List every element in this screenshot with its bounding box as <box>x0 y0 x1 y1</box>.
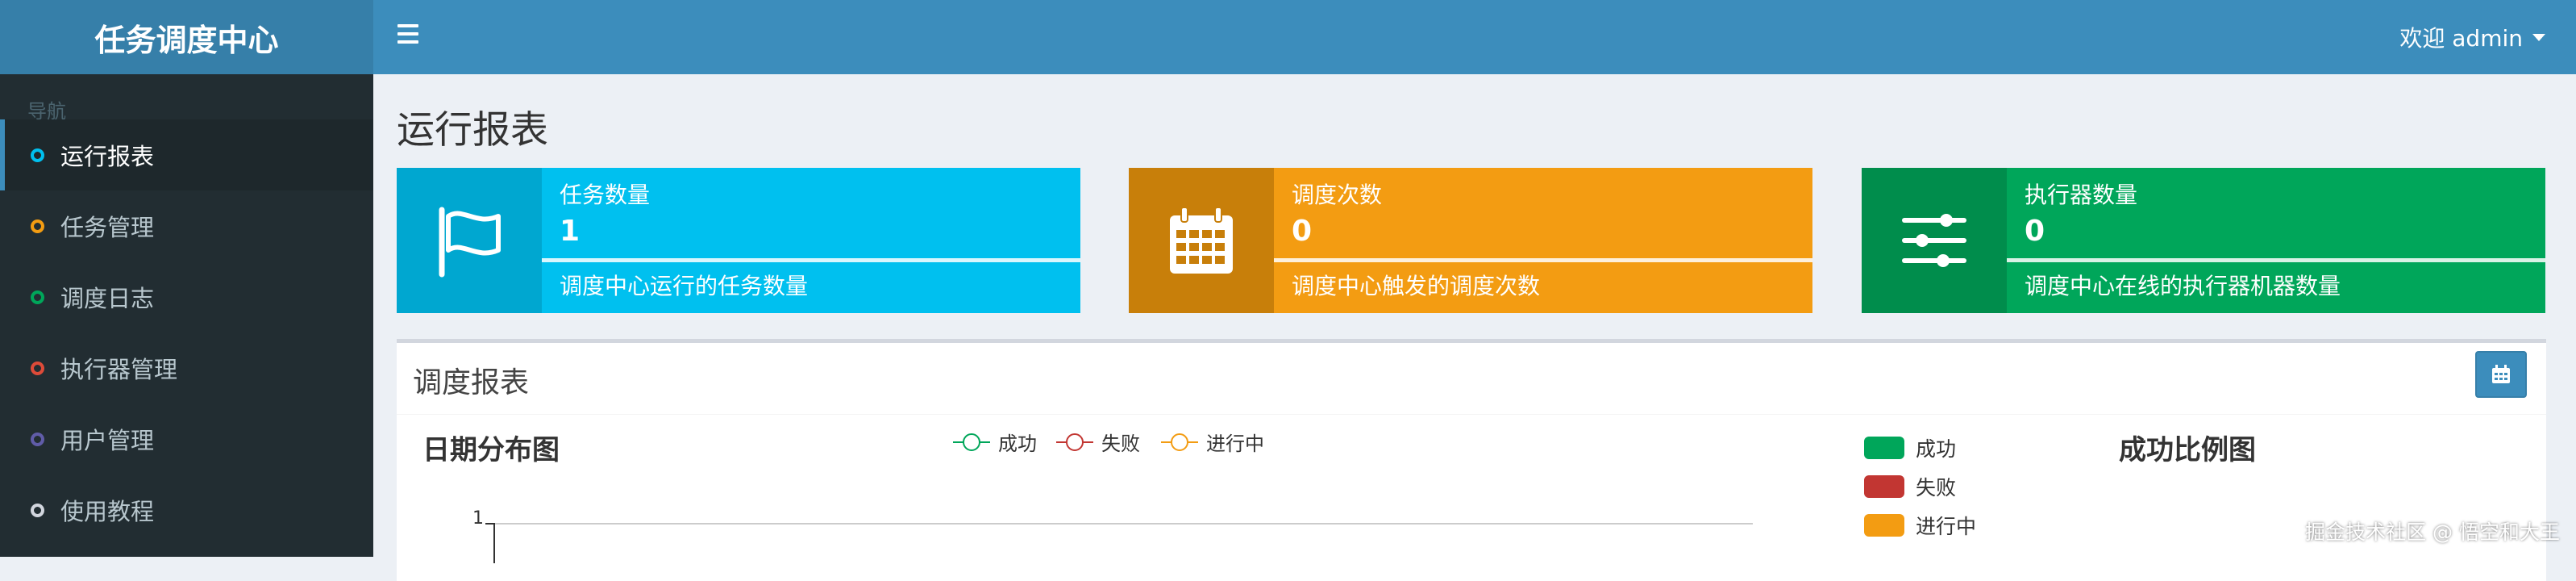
report-box-title: 调度报表 <box>413 366 530 399</box>
info-box-tasks: 任务数量 1 调度中心运行的任务数量 <box>397 168 1080 313</box>
legend-swatch <box>1864 437 1904 459</box>
pie-legend-failure[interactable]: 失败 <box>1864 472 1956 501</box>
info-box-triggers: 调度次数 0 调度中心触发的调度次数 <box>1129 168 1812 313</box>
sidebar-item-logs[interactable]: 调度日志 <box>0 261 373 332</box>
legend-label: 失败 <box>1916 476 1957 499</box>
report-box-header: 调度报表 <box>397 343 2546 415</box>
flag-icon <box>397 168 542 313</box>
circle-icon <box>31 219 44 233</box>
info-box-number: 0 <box>1292 215 1313 248</box>
app-logo-title[interactable]: 任务调度中心 <box>0 0 373 74</box>
sidebar-item-users[interactable]: 用户管理 <box>0 403 373 474</box>
legend-label: 进行中 <box>1916 515 1977 538</box>
circle-icon <box>31 361 44 375</box>
circle-icon <box>31 432 44 446</box>
legend-line-marker <box>1056 433 1093 451</box>
legend-label: 失败 <box>1101 433 1140 455</box>
calendar-icon <box>1129 168 1274 313</box>
page-title: 运行报表 <box>397 108 548 153</box>
nav-header: 导航 <box>27 100 66 123</box>
legend-label: 进行中 <box>1206 433 1264 455</box>
caret-down-icon <box>2532 33 2545 41</box>
sidebar-item-label: 使用教程 <box>60 498 155 525</box>
sidebar-item-label: 执行器管理 <box>60 356 178 383</box>
sidebar-item-tasks[interactable]: 任务管理 <box>0 190 373 261</box>
info-box-number: 0 <box>2025 215 2045 248</box>
sidebar-item-tutorial[interactable]: 使用教程 <box>0 474 373 545</box>
legend-swatch <box>1864 475 1904 498</box>
y-axis-tick <box>485 523 493 525</box>
pie-legend-running[interactable]: 进行中 <box>1864 511 1976 540</box>
info-box-label: 任务数量 <box>560 182 651 208</box>
welcome-text: 欢迎 admin <box>2399 25 2523 52</box>
sidebar-item-label: 用户管理 <box>60 427 155 454</box>
sidebar: 任务调度中心 导航 运行报表 任务管理 调度日志 执行器管理 用户管理 使用教程 <box>0 0 373 557</box>
sidebar-item-report[interactable]: 运行报表 <box>0 119 373 190</box>
progress-bar <box>1274 258 1812 262</box>
info-box-label: 调度次数 <box>1292 182 1383 208</box>
legend-line-marker <box>1161 433 1198 451</box>
legend-item-running[interactable]: 进行中 <box>1161 428 1264 456</box>
legend-item-failure[interactable]: 失败 <box>1056 428 1140 456</box>
watermark: 掘金技术社区 @ 悟空和大王 <box>2305 520 2560 544</box>
sidebar-item-label: 调度日志 <box>60 285 155 312</box>
info-box-description: 调度中心触发的调度次数 <box>1292 273 1541 299</box>
menu-toggle-icon[interactable] <box>397 24 418 48</box>
legend-label: 成功 <box>998 433 1037 455</box>
info-box-label: 执行器数量 <box>2025 182 2138 208</box>
ratio-chart-title: 成功比例图 <box>2119 434 2256 466</box>
legend-item-success[interactable]: 成功 <box>953 428 1037 456</box>
circle-icon <box>31 503 44 517</box>
progress-bar <box>542 258 1080 262</box>
pie-legend-success[interactable]: 成功 <box>1864 433 1956 462</box>
date-chart-title: 日期分布图 <box>422 434 560 466</box>
sidebar-item-executors[interactable]: 执行器管理 <box>0 332 373 403</box>
user-menu[interactable]: 欢迎 admin <box>2399 0 2545 74</box>
progress-bar <box>2007 258 2545 262</box>
legend-swatch <box>1864 514 1904 537</box>
circle-icon <box>31 290 44 304</box>
date-range-button[interactable] <box>2475 351 2527 398</box>
calendar-icon <box>2492 365 2510 383</box>
info-box-description: 调度中心在线的执行器机器数量 <box>2025 273 2341 299</box>
y-axis-tick-label: 1 <box>472 508 484 529</box>
legend-line-marker <box>953 433 990 451</box>
y-axis-line <box>493 523 495 563</box>
info-box-description: 调度中心运行的任务数量 <box>560 273 809 299</box>
legend-label: 成功 <box>1916 437 1957 461</box>
sidebar-item-label: 运行报表 <box>60 143 155 170</box>
info-box-executors: 执行器数量 0 调度中心在线的执行器机器数量 <box>1862 168 2545 313</box>
sliders-icon <box>1862 168 2007 313</box>
top-navbar: 欢迎 admin <box>373 0 2576 74</box>
circle-icon <box>31 148 44 162</box>
info-box-number: 1 <box>560 215 581 248</box>
sidebar-item-label: 任务管理 <box>60 214 155 241</box>
chart-grid-line <box>493 523 1753 525</box>
